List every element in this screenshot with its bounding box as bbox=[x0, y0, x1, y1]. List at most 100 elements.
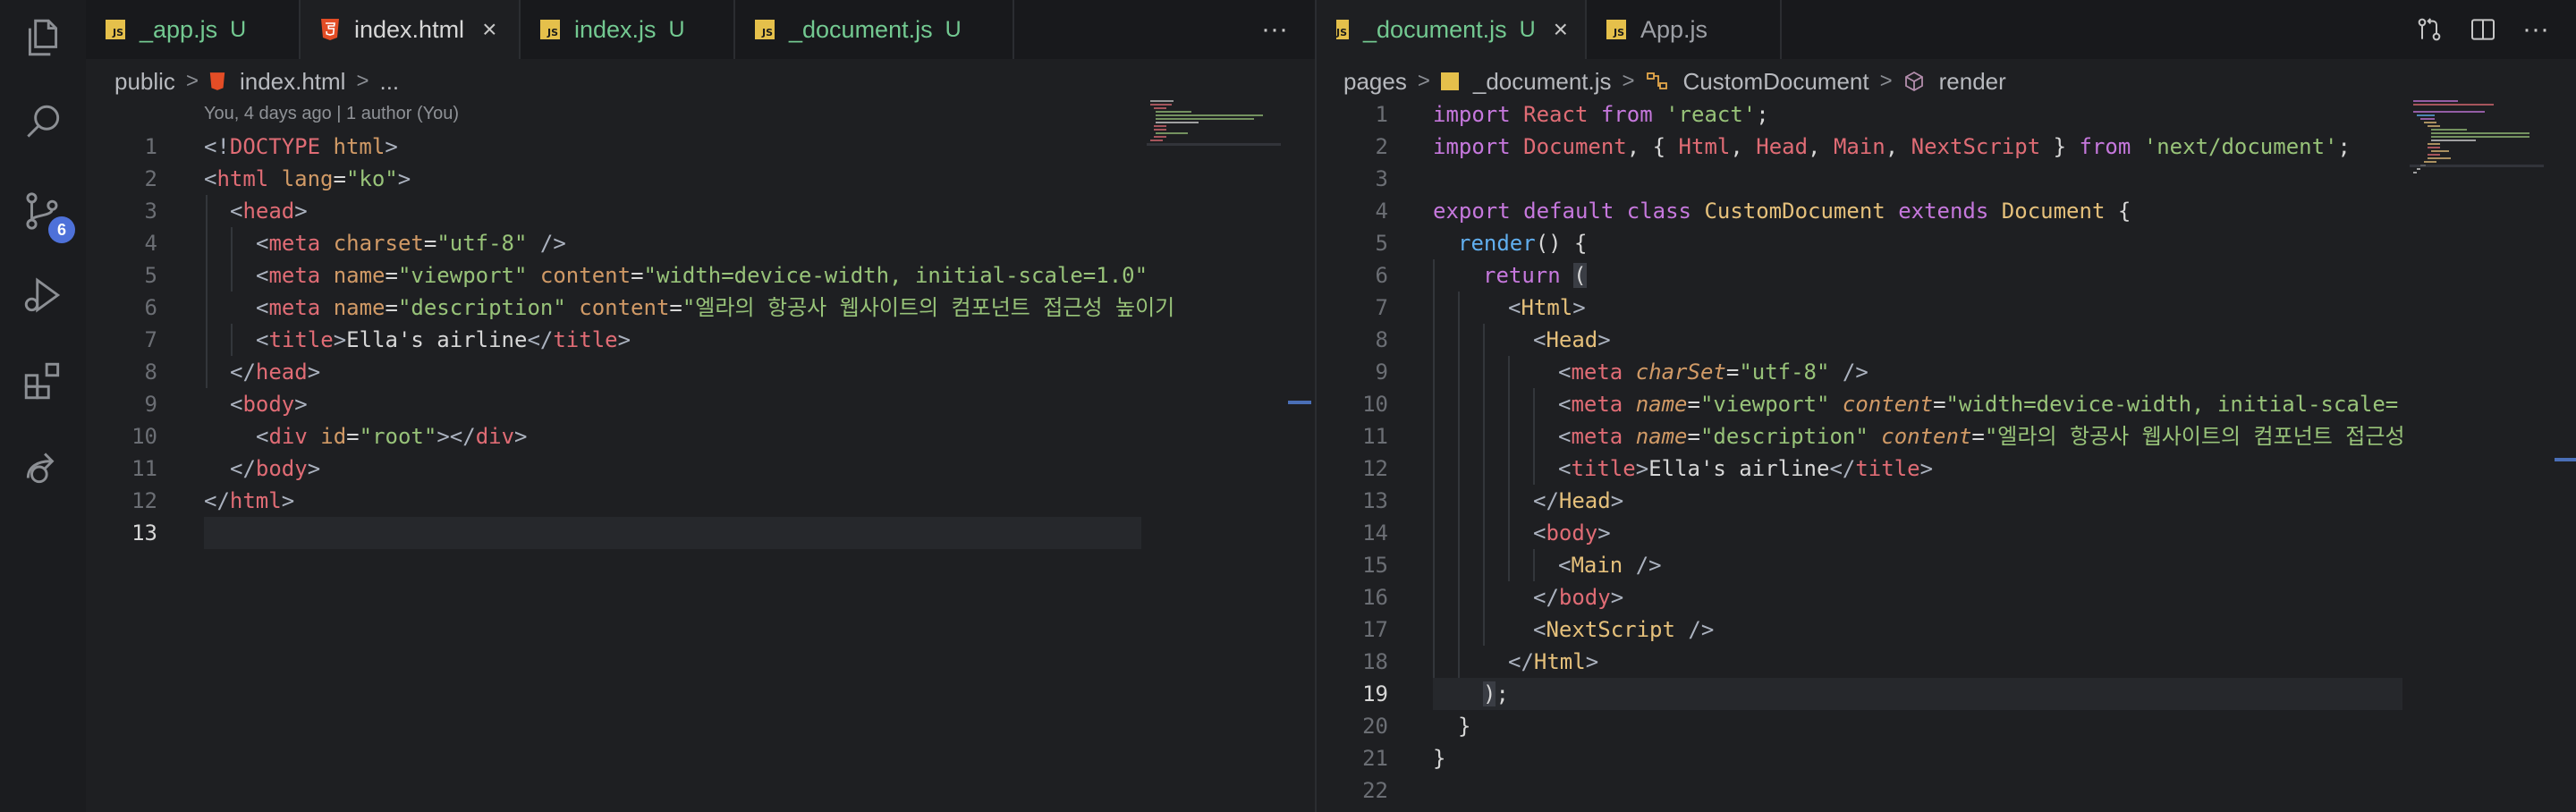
class-symbol-icon bbox=[1646, 72, 1667, 89]
breadcrumb-file[interactable]: _document.js bbox=[1473, 68, 1612, 96]
breadcrumb-file[interactable]: index.html bbox=[240, 68, 346, 96]
line-number: 12 bbox=[131, 488, 157, 513]
js-file-icon: JS bbox=[1606, 20, 1626, 39]
line-number: 8 bbox=[144, 359, 157, 385]
minimap[interactable] bbox=[2410, 98, 2544, 796]
line-number: 13 bbox=[1362, 488, 1388, 513]
untracked-status: U bbox=[945, 16, 962, 42]
line-number: 10 bbox=[1362, 392, 1388, 417]
line-number: 1 bbox=[144, 134, 157, 159]
extensions-icon[interactable] bbox=[18, 356, 68, 406]
line-number: 7 bbox=[144, 327, 157, 352]
breadcrumb-class[interactable]: CustomDocument bbox=[1683, 68, 1869, 96]
right-editor-group: JS _document.js U × JS App.js ··· pages … bbox=[1315, 0, 2576, 812]
tab-index-html[interactable]: index.html × bbox=[301, 0, 521, 59]
line-number: 8 bbox=[1375, 327, 1388, 352]
tab-label: _document.js bbox=[789, 15, 933, 43]
breadcrumb-more[interactable]: ... bbox=[379, 68, 399, 96]
tab-app-js[interactable]: JS _app.js U bbox=[86, 0, 301, 59]
line-number: 11 bbox=[131, 456, 157, 481]
line-number: 9 bbox=[1375, 359, 1388, 385]
breadcrumb-folder[interactable]: public bbox=[114, 68, 175, 96]
line-number: 3 bbox=[1375, 166, 1388, 191]
line-number: 17 bbox=[1362, 617, 1388, 642]
line-number: 6 bbox=[144, 295, 157, 320]
split-editor-icon[interactable] bbox=[2469, 15, 2497, 44]
open-changes-icon[interactable] bbox=[2415, 15, 2444, 44]
chevron-right-icon: > bbox=[1417, 69, 1430, 93]
line-number: 18 bbox=[1362, 649, 1388, 674]
html5-file-icon bbox=[209, 72, 225, 90]
chevron-right-icon: > bbox=[356, 69, 369, 93]
js-file-icon: JS bbox=[755, 20, 775, 39]
tab-label: _app.js bbox=[140, 15, 218, 43]
code-editor[interactable]: 1 <!DOCTYPE html> 2 <html lang="ko"> 3 <hea… bbox=[86, 131, 1174, 792]
scroll-indicator bbox=[1288, 401, 1311, 404]
line-number: 14 bbox=[1362, 520, 1388, 546]
scroll-indicator bbox=[2555, 458, 2576, 461]
blame-annotation: You, 4 days ago | 1 author (You) bbox=[204, 104, 460, 123]
search-icon[interactable] bbox=[18, 98, 68, 148]
untracked-status: U bbox=[230, 16, 247, 42]
chevron-right-icon: > bbox=[1622, 69, 1635, 93]
line-number: 4 bbox=[1375, 199, 1388, 224]
line-number: 13 bbox=[131, 520, 157, 546]
tab-index-js[interactable]: JS index.js U bbox=[521, 0, 735, 59]
chevron-right-icon: > bbox=[185, 69, 199, 93]
line-number: 2 bbox=[1375, 134, 1388, 159]
minimap[interactable] bbox=[1147, 98, 1281, 796]
line-number: 20 bbox=[1362, 714, 1388, 739]
line-number: 5 bbox=[1375, 231, 1388, 256]
line-number: 3 bbox=[144, 199, 157, 224]
right-tab-bar: JS _document.js U × JS App.js ··· bbox=[1317, 0, 2576, 59]
tab-label: _document.js bbox=[1363, 15, 1507, 43]
code-editor[interactable]: 1 import React from 'react'; 2 import Docu… bbox=[1317, 98, 2404, 805]
breadcrumb-method[interactable]: render bbox=[1939, 68, 2006, 96]
line-number: 12 bbox=[1362, 456, 1388, 481]
line-number: 16 bbox=[1362, 585, 1388, 610]
line-number: 9 bbox=[144, 392, 157, 417]
js-file-icon: JS bbox=[540, 20, 560, 39]
tab-app-js[interactable]: JS App.js bbox=[1587, 0, 1782, 59]
activity-bar: 6 bbox=[0, 0, 86, 812]
close-icon[interactable]: × bbox=[1554, 15, 1568, 44]
line-number: 7 bbox=[1375, 295, 1388, 320]
breadcrumb-folder[interactable]: pages bbox=[1343, 68, 1407, 96]
js-file-icon: JS bbox=[106, 20, 125, 39]
html5-file-icon bbox=[321, 19, 339, 40]
line-number: 6 bbox=[1375, 263, 1388, 288]
line-number: 5 bbox=[144, 263, 157, 288]
js-file-icon bbox=[1440, 72, 1459, 90]
breadcrumb: pages > _document.js > CustomDocument > … bbox=[1343, 63, 2006, 100]
left-editor-group: JS _app.js U index.html × JS index.js U … bbox=[86, 0, 1315, 812]
chevron-right-icon: > bbox=[1879, 69, 1893, 93]
untracked-status: U bbox=[668, 16, 685, 42]
explorer-icon[interactable] bbox=[18, 13, 68, 63]
tab-document-js[interactable]: JS _document.js U × bbox=[1317, 0, 1587, 59]
line-number: 15 bbox=[1362, 553, 1388, 578]
tab-label: App.js bbox=[1640, 15, 1708, 43]
line-number: 2 bbox=[144, 166, 157, 191]
line-number: 11 bbox=[1362, 424, 1388, 449]
line-number: 19 bbox=[1362, 681, 1388, 706]
left-tab-bar: JS _app.js U index.html × JS index.js U … bbox=[86, 0, 1315, 59]
close-icon[interactable]: × bbox=[482, 15, 496, 44]
method-symbol-icon bbox=[1904, 71, 1923, 92]
source-control-icon[interactable]: 6 bbox=[18, 186, 75, 243]
tab-label: index.js bbox=[574, 15, 657, 43]
scm-badge: 6 bbox=[48, 216, 75, 243]
tab-label: index.html bbox=[354, 15, 465, 43]
line-number: 21 bbox=[1362, 746, 1388, 771]
line-number: 4 bbox=[144, 231, 157, 256]
breadcrumb: public > index.html > ... bbox=[114, 63, 399, 100]
more-actions-icon[interactable]: ··· bbox=[1261, 14, 1288, 45]
more-actions-icon[interactable]: ··· bbox=[2522, 14, 2549, 45]
tab-document-js[interactable]: JS _document.js U bbox=[735, 0, 1014, 59]
untracked-status: U bbox=[1519, 16, 1536, 42]
line-number: 10 bbox=[131, 424, 157, 449]
line-number: 1 bbox=[1375, 102, 1388, 127]
js-file-icon: JS bbox=[1336, 20, 1350, 39]
line-number: 22 bbox=[1362, 778, 1388, 803]
remote-icon[interactable] bbox=[18, 442, 68, 492]
run-debug-icon[interactable] bbox=[18, 270, 68, 320]
